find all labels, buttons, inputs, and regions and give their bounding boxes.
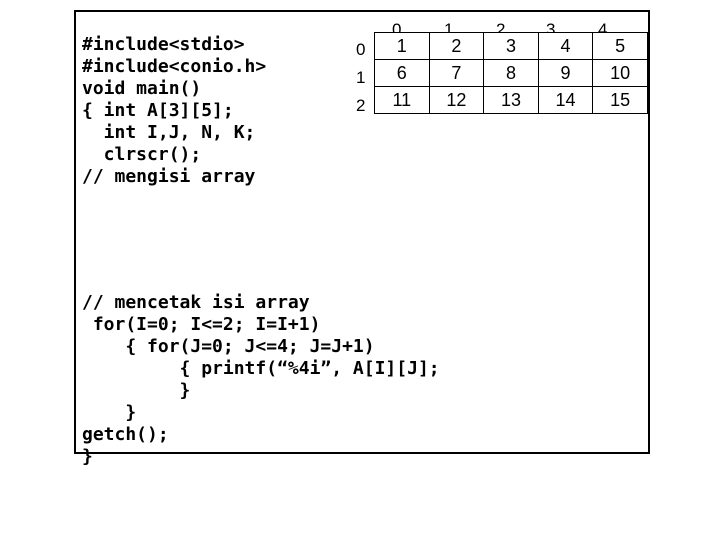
array-cell: 15 [593,87,648,114]
array-cell: 12 [429,87,484,114]
array-cell: 2 [429,33,484,60]
array-cell: 1 [375,33,430,60]
array-table: 1 2 3 4 5 6 7 8 9 10 11 12 13 14 15 [374,32,648,114]
table-row: 1 2 3 4 5 [375,33,648,60]
code-block-bottom: // mencetak isi array for(I=0; I<=2; I=I… [82,292,440,468]
row-index-0: 0 [356,40,365,60]
row-index-1: 1 [356,68,365,88]
code-block-top: #include<stdio> #include<conio.h> void m… [82,34,266,188]
array-cell: 4 [538,33,593,60]
row-index-2: 2 [356,96,365,116]
array-cell: 6 [375,60,430,87]
array-cell: 8 [484,60,539,87]
array-cell: 3 [484,33,539,60]
table-row: 6 7 8 9 10 [375,60,648,87]
array-cell: 7 [429,60,484,87]
array-cell: 10 [593,60,648,87]
array-cell: 9 [538,60,593,87]
slide-frame: #include<stdio> #include<conio.h> void m… [74,10,650,454]
table-row: 11 12 13 14 15 [375,87,648,114]
array-cell: 5 [593,33,648,60]
array-cell: 11 [375,87,430,114]
array-cell: 14 [538,87,593,114]
array-cell: 13 [484,87,539,114]
